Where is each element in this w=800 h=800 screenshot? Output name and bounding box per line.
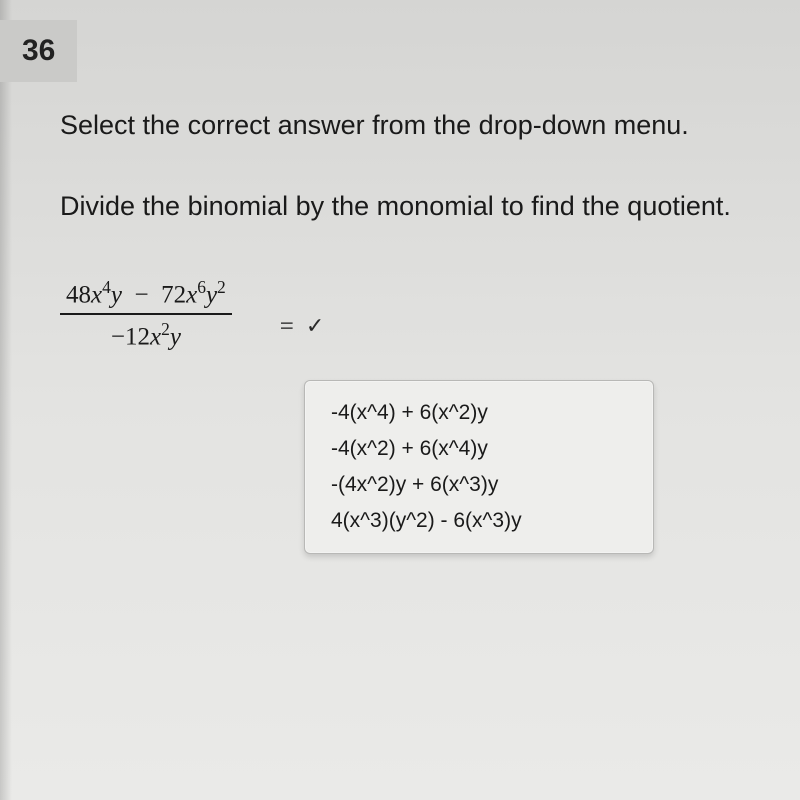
dropdown-option[interactable]: 4(x^3)(y^2) - 6(x^3)y [305,503,653,539]
prompt-text: Divide the binomial by the monomial to f… [60,191,760,222]
fraction-denominator: −12x2y [60,315,232,351]
dropdown-option[interactable]: -4(x^4) + 6(x^2)y [305,395,653,431]
answer-dropdown[interactable]: -4(x^4) + 6(x^2)y -4(x^2) + 6(x^4)y -(4x… [304,380,654,554]
question-number-badge: 36 [0,20,77,82]
question-content: Select the correct answer from the drop-… [60,110,760,352]
dropdown-option[interactable]: -(4x^2)y + 6(x^3)y [305,467,653,503]
left-shadow [0,0,12,800]
dropdown-option[interactable]: -4(x^2) + 6(x^4)y [305,431,653,467]
check-icon[interactable]: ✓ [306,313,324,339]
equals-sign: = [280,313,294,341]
equation-row: 48x4y − 72x6y2 −12x2y = ✓ [60,277,760,352]
instruction-text: Select the correct answer from the drop-… [60,110,760,141]
fraction-numerator: 48x4y − 72x6y2 [60,277,232,315]
fraction-expression: 48x4y − 72x6y2 −12x2y [60,277,232,352]
